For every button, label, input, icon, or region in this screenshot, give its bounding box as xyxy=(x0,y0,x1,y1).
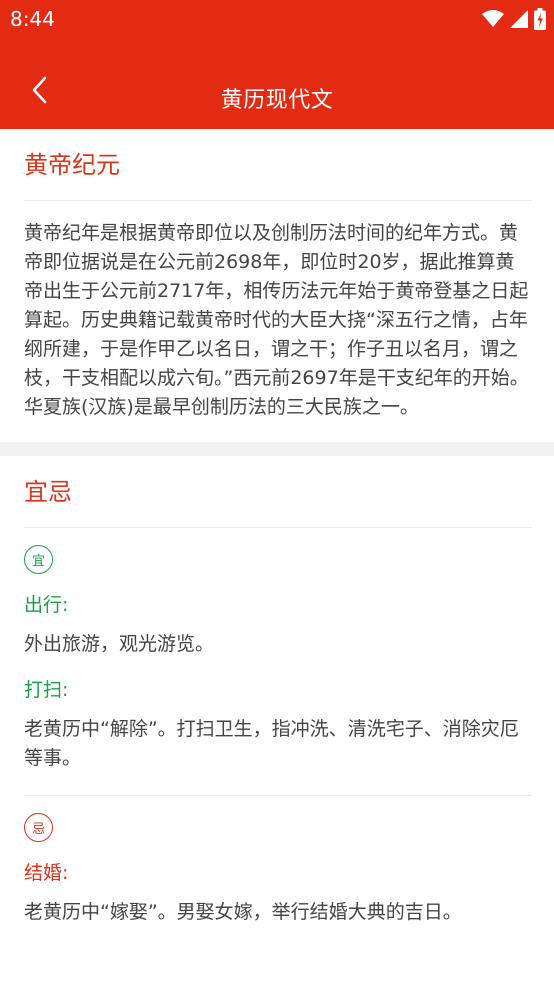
intro-title: 黄帝纪元 xyxy=(24,129,532,201)
app-bar: 黄历现代文 xyxy=(0,36,554,129)
yi-item-desc: 老黄历中“解除”。打扫卫生，指冲洗、清洗宅子、消除灾厄等事。 xyxy=(24,718,519,769)
status-icons xyxy=(482,8,546,30)
intro-text: 黄帝纪年是根据黄帝即位以及创制历法时间的纪年方式。黄帝即位据说是在公元前2698… xyxy=(24,222,529,418)
status-bar: 8:44 xyxy=(0,0,554,36)
divider xyxy=(24,795,532,796)
yi-item-label: 打扫: xyxy=(24,679,69,701)
yiji-title: 宜忌 xyxy=(24,456,532,528)
signal-icon xyxy=(510,10,528,28)
yiji-section: 宜忌 宜 出行: 外出旅游，观光游览。 打扫: 老黄历中“解除”。打扫卫生，指冲… xyxy=(0,456,554,927)
ji-badge: 忌 xyxy=(24,813,53,842)
yi-item-desc: 外出旅游，观光游览。 xyxy=(24,633,215,655)
status-time: 8:44 xyxy=(10,7,55,31)
yi-item-label: 出行: xyxy=(24,594,69,616)
content: 黄帝纪元 黄帝纪年是根据黄帝即位以及创制历法时间的纪年方式。黄帝即位据说是在公元… xyxy=(0,129,554,927)
section-gap xyxy=(0,442,554,456)
ji-item-label: 结婚: xyxy=(24,862,69,884)
battery-icon xyxy=(534,8,546,30)
wifi-icon xyxy=(482,10,504,28)
ji-item-desc: 老黄历中“嫁娶”。男娶女嫁，举行结婚大典的吉日。 xyxy=(24,901,462,923)
page-title: 黄历现代文 xyxy=(220,88,334,113)
intro-section: 黄帝纪元 黄帝纪年是根据黄帝即位以及创制历法时间的纪年方式。黄帝即位据说是在公元… xyxy=(0,129,554,442)
yi-badge: 宜 xyxy=(24,545,53,574)
